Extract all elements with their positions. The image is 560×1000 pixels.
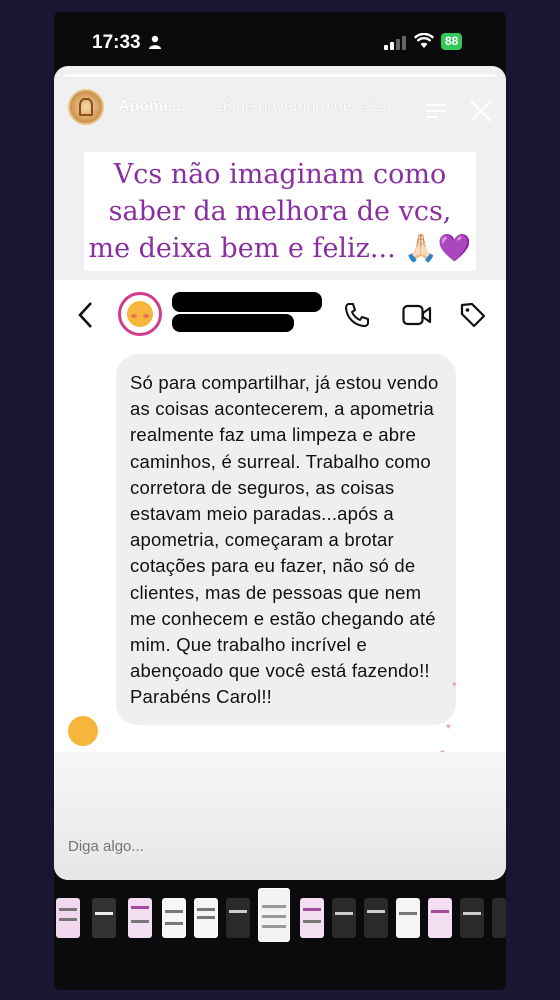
video-icon[interactable] [402,304,432,326]
story-thumbnail[interactable] [56,898,80,938]
story-date: 16 de novembro de 2023 [214,98,392,115]
story-thumbnail[interactable] [492,898,506,938]
reply-input[interactable] [68,838,368,855]
menu-icon[interactable] [424,102,448,120]
story-thumbnail[interactable] [396,898,420,938]
status-bar: 17:33 88 [54,12,506,68]
tag-icon[interactable] [460,302,486,328]
redacted-name [172,292,322,312]
story-thumbnail[interactable] [364,898,388,938]
battery-icon: 88 [441,33,463,50]
story-thumbnail[interactable] [460,898,484,938]
back-icon[interactable] [76,300,96,330]
story-thumbnail[interactable] [300,898,324,938]
sender-avatar[interactable] [68,716,98,746]
story-thumbnail[interactable] [428,898,452,938]
chat-header [54,280,506,350]
bottom-fade [54,752,506,880]
story-panel[interactable]: Apome... 16 de novembro de 2023 Vcs não … [54,66,506,880]
phone-icon[interactable] [344,302,370,328]
story-username[interactable]: Apome... [118,98,186,116]
logo-icon [79,98,93,116]
person-icon [149,35,161,49]
story-thumbnail[interactable] [332,898,356,938]
story-header: Apome... 16 de novembro de 2023 [54,82,506,132]
story-thumbnail-current[interactable] [258,888,290,942]
story-thumbnail[interactable] [194,898,218,938]
caption-text: Vcs não imaginam como saber da melhora d… [88,159,452,264]
chat-body: Só para compartilhar, já estou vendo as … [54,350,506,770]
story-thumbnail[interactable] [92,898,116,938]
close-icon[interactable] [468,98,494,124]
message-bubble: Só para compartilhar, já estou vendo as … [116,354,456,725]
story-thumbnails [54,884,506,948]
status-time: 17:33 [92,32,141,53]
heart-decoration: ♥ [452,680,457,689]
signal-icon [384,36,406,50]
phone-screen: 17:33 88 Apome... 16 de novembro de 2023 [54,12,506,990]
story-thumbnail[interactable] [162,898,186,938]
story-thumbnail[interactable] [226,898,250,938]
heart-decoration: ♥ [446,722,451,731]
story-progress-bar [64,74,496,77]
caption-emojis: 🙏🏻💜 [404,233,472,264]
wifi-icon [414,33,434,48]
story-thumbnail[interactable] [128,898,152,938]
profile-avatar[interactable] [68,89,104,125]
redacted-handle [172,314,294,332]
blush-left [131,314,137,318]
story-caption: Vcs não imaginam como saber da melhora d… [84,152,476,271]
blush-right [143,314,149,318]
chat-avatar[interactable] [118,292,162,336]
